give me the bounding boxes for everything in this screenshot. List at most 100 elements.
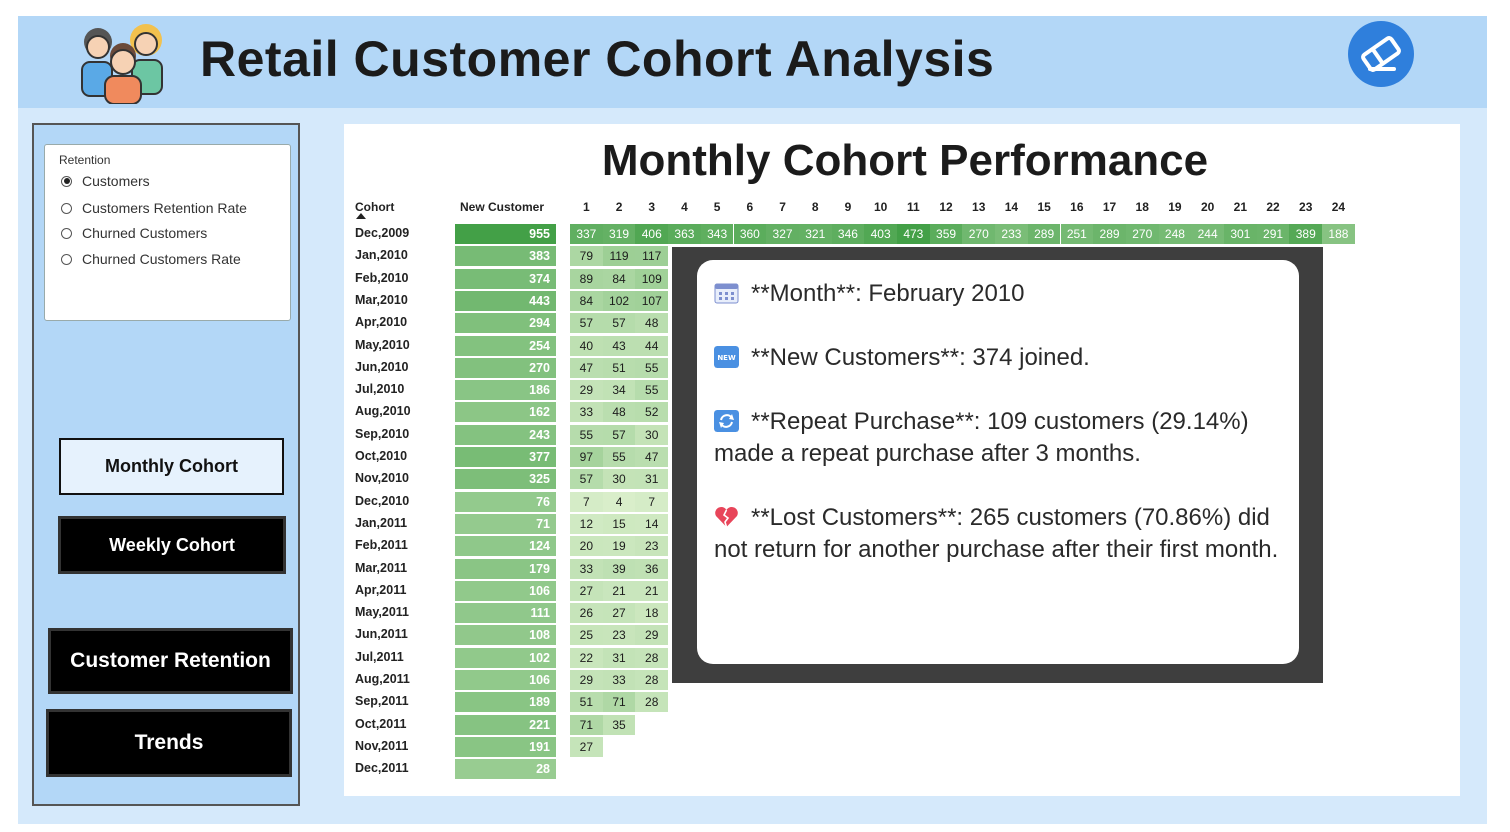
new-customer-cell[interactable]: 254 bbox=[455, 335, 556, 356]
cohort-cell[interactable]: 327 bbox=[766, 224, 799, 244]
cohort-cell[interactable]: 43 bbox=[602, 335, 636, 356]
cohort-cell[interactable]: 244 bbox=[1191, 224, 1224, 244]
cohort-cell[interactable]: 31 bbox=[602, 647, 636, 668]
new-customer-cell[interactable]: 189 bbox=[455, 692, 556, 713]
radio-unselected-icon[interactable] bbox=[61, 253, 72, 265]
new-customer-cell[interactable]: 179 bbox=[455, 558, 556, 579]
cohort-cell[interactable]: 319 bbox=[602, 224, 636, 244]
new-customer-cell[interactable]: 124 bbox=[455, 536, 556, 557]
cohort-cell[interactable]: 248 bbox=[1158, 224, 1192, 244]
cohort-cell[interactable]: 20 bbox=[570, 536, 603, 557]
cohort-cell[interactable]: 270 bbox=[962, 224, 996, 244]
new-customer-cell[interactable]: 102 bbox=[455, 647, 556, 668]
eraser-icon[interactable] bbox=[1348, 21, 1414, 87]
cohort-cell[interactable]: 19 bbox=[602, 536, 636, 557]
cohort-cell[interactable]: 117 bbox=[635, 246, 669, 267]
cohort-cell[interactable]: 47 bbox=[570, 357, 603, 378]
cohort-cell[interactable]: 346 bbox=[831, 224, 865, 244]
new-customer-cell[interactable]: 383 bbox=[455, 246, 556, 267]
radio-customers[interactable]: Customers bbox=[61, 173, 150, 189]
new-customer-cell[interactable]: 243 bbox=[455, 424, 556, 445]
cohort-cell[interactable]: 51 bbox=[570, 692, 603, 713]
cohort-cell[interactable]: 35 bbox=[602, 714, 636, 735]
cohort-cell[interactable]: 27 bbox=[602, 603, 636, 624]
new-customer-cell[interactable]: 186 bbox=[455, 380, 556, 401]
cohort-cell[interactable]: 270 bbox=[1125, 224, 1159, 244]
cohort-cell[interactable]: 51 bbox=[602, 357, 636, 378]
radio-selected-icon[interactable] bbox=[61, 175, 72, 187]
cohort-cell[interactable]: 84 bbox=[570, 290, 603, 311]
cohort-cell[interactable]: 363 bbox=[668, 224, 701, 244]
customer-retention-button[interactable]: Customer Retention bbox=[48, 628, 293, 694]
radio-unselected-icon[interactable] bbox=[61, 202, 72, 214]
cohort-cell[interactable]: 26 bbox=[570, 603, 603, 624]
cohort-cell[interactable]: 30 bbox=[602, 469, 636, 490]
cohort-cell[interactable]: 27 bbox=[570, 736, 603, 757]
cohort-cell[interactable]: 79 bbox=[570, 246, 603, 267]
cohort-cell[interactable]: 29 bbox=[570, 380, 603, 401]
cohort-cell[interactable]: 27 bbox=[570, 580, 603, 601]
cohort-cell[interactable]: 57 bbox=[602, 424, 636, 445]
cohort-cell[interactable]: 55 bbox=[602, 447, 636, 467]
new-customer-cell[interactable]: 377 bbox=[455, 447, 556, 467]
cohort-cell[interactable]: 48 bbox=[602, 402, 636, 423]
cohort-cell[interactable]: 55 bbox=[635, 357, 669, 378]
cohort-cell[interactable]: 337 bbox=[570, 224, 603, 244]
cohort-cell[interactable]: 30 bbox=[635, 424, 669, 445]
cohort-cell[interactable]: 7 bbox=[570, 491, 603, 512]
new-customer-cell[interactable]: 28 bbox=[455, 759, 556, 780]
new-customer-cell[interactable]: 111 bbox=[455, 603, 556, 624]
cohort-cell[interactable]: 33 bbox=[570, 402, 603, 423]
cohort-cell[interactable]: 22 bbox=[570, 647, 603, 668]
new-customer-cell[interactable]: 955 bbox=[455, 224, 556, 244]
new-customer-cell[interactable]: 191 bbox=[455, 736, 556, 757]
cohort-cell[interactable]: 233 bbox=[995, 224, 1028, 244]
cohort-cell[interactable]: 33 bbox=[602, 670, 636, 690]
radio-customers-retention-rate[interactable]: Customers Retention Rate bbox=[61, 200, 247, 216]
cohort-cell[interactable]: 97 bbox=[570, 447, 603, 467]
cohort-cell[interactable]: 21 bbox=[635, 580, 669, 601]
cohort-cell[interactable]: 36 bbox=[635, 558, 669, 579]
new-customer-cell[interactable]: 108 bbox=[455, 625, 556, 646]
cohort-cell[interactable]: 343 bbox=[700, 224, 734, 244]
cohort-cell[interactable]: 23 bbox=[635, 536, 669, 557]
cohort-cell[interactable]: 55 bbox=[570, 424, 603, 445]
sort-ascending-icon[interactable] bbox=[356, 213, 366, 219]
new-customer-cell[interactable]: 162 bbox=[455, 402, 556, 423]
cohort-cell[interactable]: 29 bbox=[635, 625, 669, 646]
new-customer-column-header[interactable]: New Customer bbox=[460, 200, 544, 214]
cohort-column-header[interactable]: Cohort bbox=[355, 200, 394, 219]
monthly-cohort-button[interactable]: Monthly Cohort bbox=[59, 438, 284, 495]
cohort-cell[interactable]: 40 bbox=[570, 335, 603, 356]
new-customer-cell[interactable]: 443 bbox=[455, 290, 556, 311]
cohort-cell[interactable]: 301 bbox=[1224, 224, 1257, 244]
cohort-cell[interactable]: 18 bbox=[635, 603, 669, 624]
cohort-cell[interactable]: 34 bbox=[602, 380, 636, 401]
radio-churned-customers[interactable]: Churned Customers bbox=[61, 225, 207, 241]
cohort-cell[interactable]: 28 bbox=[635, 692, 669, 713]
cohort-cell[interactable]: 52 bbox=[635, 402, 669, 423]
new-customer-cell[interactable]: 325 bbox=[455, 469, 556, 490]
cohort-cell[interactable]: 289 bbox=[1027, 224, 1061, 244]
cohort-cell[interactable]: 12 bbox=[570, 513, 603, 534]
cohort-cell[interactable]: 25 bbox=[570, 625, 603, 646]
new-customer-cell[interactable]: 294 bbox=[455, 313, 556, 334]
radio-churned-customers-rate[interactable]: Churned Customers Rate bbox=[61, 251, 241, 267]
cohort-cell[interactable]: 7 bbox=[635, 491, 669, 512]
cohort-cell[interactable]: 57 bbox=[570, 469, 603, 490]
cohort-cell[interactable]: 28 bbox=[635, 670, 669, 690]
cohort-cell[interactable]: 109 bbox=[635, 268, 669, 289]
cohort-cell[interactable]: 291 bbox=[1256, 224, 1290, 244]
cohort-cell[interactable]: 71 bbox=[570, 714, 603, 735]
cohort-cell[interactable]: 188 bbox=[1322, 224, 1355, 244]
cohort-cell[interactable]: 57 bbox=[570, 313, 603, 334]
cohort-cell[interactable]: 15 bbox=[602, 513, 636, 534]
cohort-cell[interactable]: 360 bbox=[733, 224, 767, 244]
cohort-cell[interactable]: 55 bbox=[635, 380, 669, 401]
new-customer-cell[interactable]: 71 bbox=[455, 513, 556, 534]
cohort-cell[interactable]: 14 bbox=[635, 513, 669, 534]
cohort-cell[interactable]: 21 bbox=[602, 580, 636, 601]
new-customer-cell[interactable]: 106 bbox=[455, 580, 556, 601]
weekly-cohort-button[interactable]: Weekly Cohort bbox=[58, 516, 286, 574]
cohort-cell[interactable]: 89 bbox=[570, 268, 603, 289]
